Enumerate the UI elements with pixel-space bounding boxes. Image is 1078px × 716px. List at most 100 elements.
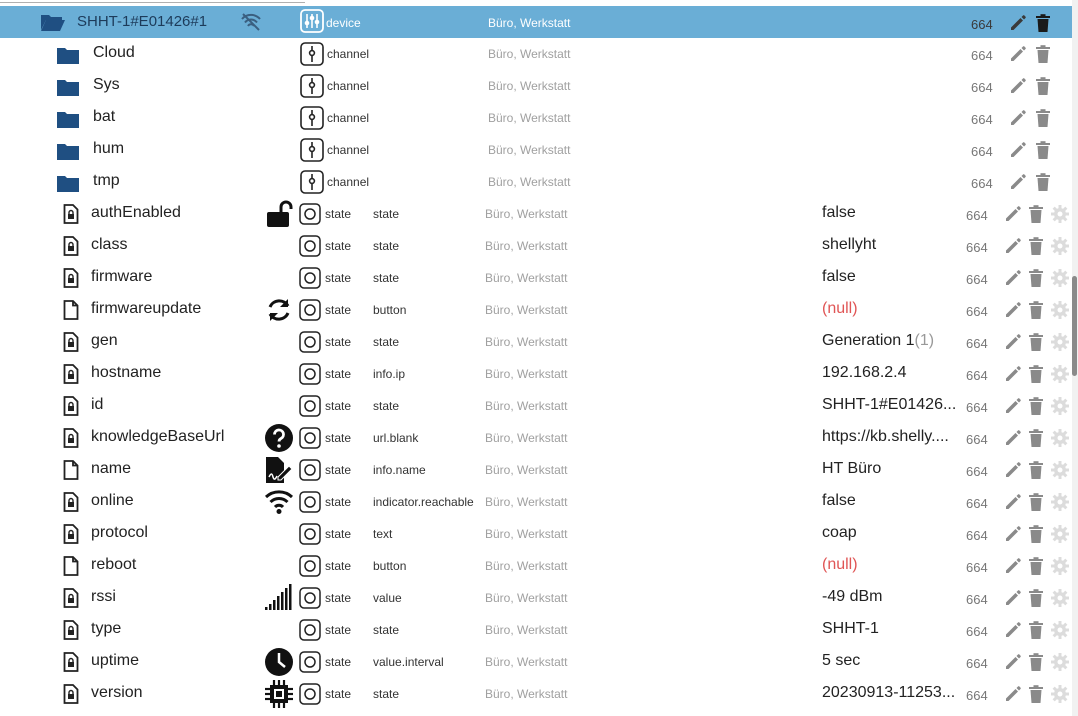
gear-icon[interactable]: [1050, 524, 1070, 544]
trash-icon[interactable]: [1027, 268, 1047, 288]
tree-row-state[interactable]: version state state Büro, Werkstatt 20230913…: [0, 678, 1072, 710]
edit-icon[interactable]: [1008, 140, 1028, 160]
object-value[interactable]: coap: [822, 524, 857, 542]
scrollbar-thumb[interactable]: [1072, 276, 1077, 376]
trash-icon[interactable]: [1027, 684, 1047, 704]
trash-icon[interactable]: [1027, 460, 1047, 480]
folder-icon[interactable]: [56, 110, 80, 134]
edit-icon[interactable]: [1003, 588, 1023, 608]
gear-icon[interactable]: [1050, 492, 1070, 512]
object-value[interactable]: (null): [822, 556, 858, 574]
folder-icon[interactable]: [56, 78, 80, 102]
tree-row-channel[interactable]: bat channel Büro, Werkstatt 664: [0, 102, 1072, 134]
trash-icon[interactable]: [1027, 236, 1047, 256]
object-value[interactable]: 20230913-11253...: [822, 684, 955, 702]
folder-icon[interactable]: [56, 142, 80, 166]
tree-row-state[interactable]: firmwareupdate state button Büro, Werkstatt…: [0, 294, 1072, 326]
gear-icon[interactable]: [1050, 364, 1070, 384]
gear-icon[interactable]: [1050, 300, 1070, 320]
object-value[interactable]: 5 sec: [822, 652, 860, 670]
edit-icon[interactable]: [1003, 556, 1023, 576]
tree-row-state[interactable]: online state indicator.reachable Büro, Werk…: [0, 486, 1072, 518]
edit-icon[interactable]: [1003, 364, 1023, 384]
tree-row-channel[interactable]: Sys channel Büro, Werkstatt 664: [0, 70, 1072, 102]
folder-icon[interactable]: [56, 174, 80, 198]
edit-icon[interactable]: [1003, 204, 1023, 224]
edit-icon[interactable]: [1003, 332, 1023, 352]
tree-row-channel[interactable]: hum channel Büro, Werkstatt 664: [0, 134, 1072, 166]
trash-icon[interactable]: [1034, 76, 1054, 96]
gear-icon[interactable]: [1050, 556, 1070, 576]
edit-icon[interactable]: [1003, 396, 1023, 416]
tree-row-state[interactable]: hostname state info.ip Büro, Werkstatt 192.1…: [0, 358, 1072, 390]
tree-row-device[interactable]: SHHT-1#E01426#1 device Büro, Werkstatt 664: [0, 6, 1072, 38]
gear-icon[interactable]: [1050, 236, 1070, 256]
object-value[interactable]: HT Büro: [822, 460, 881, 478]
edit-icon[interactable]: [1003, 652, 1023, 672]
object-value[interactable]: https://kb.shelly....: [822, 428, 949, 446]
tree-row-state[interactable]: class state state Büro, Werkstatt shellyht 66…: [0, 230, 1072, 262]
tree-row-state[interactable]: knowledgeBaseUrl state url.blank Büro, Werk…: [0, 422, 1072, 454]
object-value[interactable]: false: [822, 204, 856, 222]
object-value[interactable]: false: [822, 492, 856, 510]
trash-icon[interactable]: [1027, 588, 1047, 608]
trash-icon[interactable]: [1027, 364, 1047, 384]
tree-row-state[interactable]: type state state Büro, Werkstatt SHHT-1 664: [0, 614, 1072, 646]
tree-row-state[interactable]: reboot state button Büro, Werkstatt (null) 66…: [0, 550, 1072, 582]
gear-icon[interactable]: [1050, 588, 1070, 608]
folder-icon[interactable]: [56, 46, 80, 70]
tree-row-channel[interactable]: tmp channel Büro, Werkstatt 664: [0, 166, 1072, 198]
object-value[interactable]: Generation 1(1): [822, 332, 934, 350]
trash-icon[interactable]: [1027, 652, 1047, 672]
tree-row-state[interactable]: name state info.name Büro, Werkstatt HT Büro…: [0, 454, 1072, 486]
edit-icon[interactable]: [1008, 13, 1028, 33]
tree-row-state[interactable]: protocol state text Büro, Werkstatt coap 664: [0, 518, 1072, 550]
object-value[interactable]: -49 dBm: [822, 588, 882, 606]
edit-icon[interactable]: [1003, 492, 1023, 512]
edit-icon[interactable]: [1003, 620, 1023, 640]
gear-icon[interactable]: [1050, 204, 1070, 224]
object-value[interactable]: (null): [822, 300, 858, 318]
edit-icon[interactable]: [1008, 44, 1028, 64]
object-value[interactable]: false: [822, 268, 856, 286]
trash-icon[interactable]: [1034, 172, 1054, 192]
edit-icon[interactable]: [1003, 236, 1023, 256]
gear-icon[interactable]: [1050, 620, 1070, 640]
tree-row-channel[interactable]: Cloud channel Büro, Werkstatt 664: [0, 38, 1072, 70]
gear-icon[interactable]: [1050, 396, 1070, 416]
tree-row-state[interactable]: authEnabled state state Büro, Werkstatt fals…: [0, 198, 1072, 230]
gear-icon[interactable]: [1050, 332, 1070, 352]
tree-row-state[interactable]: id state state Büro, Werkstatt SHHT-1#E01426…: [0, 390, 1072, 422]
tree-row-state[interactable]: rssi state value Büro, Werkstatt -49 dBm 664: [0, 582, 1072, 614]
edit-icon[interactable]: [1003, 268, 1023, 288]
gear-icon[interactable]: [1050, 684, 1070, 704]
trash-icon[interactable]: [1027, 492, 1047, 512]
edit-icon[interactable]: [1003, 684, 1023, 704]
trash-icon[interactable]: [1034, 108, 1054, 128]
edit-icon[interactable]: [1008, 76, 1028, 96]
gear-icon[interactable]: [1050, 652, 1070, 672]
trash-icon[interactable]: [1027, 204, 1047, 224]
edit-icon[interactable]: [1003, 460, 1023, 480]
trash-icon[interactable]: [1027, 396, 1047, 416]
object-value[interactable]: SHHT-1#E01426...: [822, 396, 956, 414]
trash-icon[interactable]: [1027, 300, 1047, 320]
trash-icon[interactable]: [1027, 620, 1047, 640]
edit-icon[interactable]: [1003, 524, 1023, 544]
trash-icon[interactable]: [1027, 524, 1047, 544]
object-value[interactable]: 192.168.2.4: [822, 364, 907, 382]
tree-row-state[interactable]: firmware state state Büro, Werkstatt false 66…: [0, 262, 1072, 294]
tree-row-state[interactable]: uptime state value.interval Büro, Werkstatt…: [0, 646, 1072, 678]
trash-icon[interactable]: [1034, 140, 1054, 160]
edit-icon[interactable]: [1008, 108, 1028, 128]
trash-icon[interactable]: [1034, 13, 1054, 33]
trash-icon[interactable]: [1034, 44, 1054, 64]
object-value[interactable]: SHHT-1: [822, 620, 879, 638]
tree-row-state[interactable]: gen state state Büro, Werkstatt Generation 1…: [0, 326, 1072, 358]
object-value[interactable]: shellyht: [822, 236, 876, 254]
edit-icon[interactable]: [1003, 428, 1023, 448]
gear-icon[interactable]: [1050, 460, 1070, 480]
gear-icon[interactable]: [1050, 268, 1070, 288]
trash-icon[interactable]: [1027, 332, 1047, 352]
gear-icon[interactable]: [1050, 428, 1070, 448]
